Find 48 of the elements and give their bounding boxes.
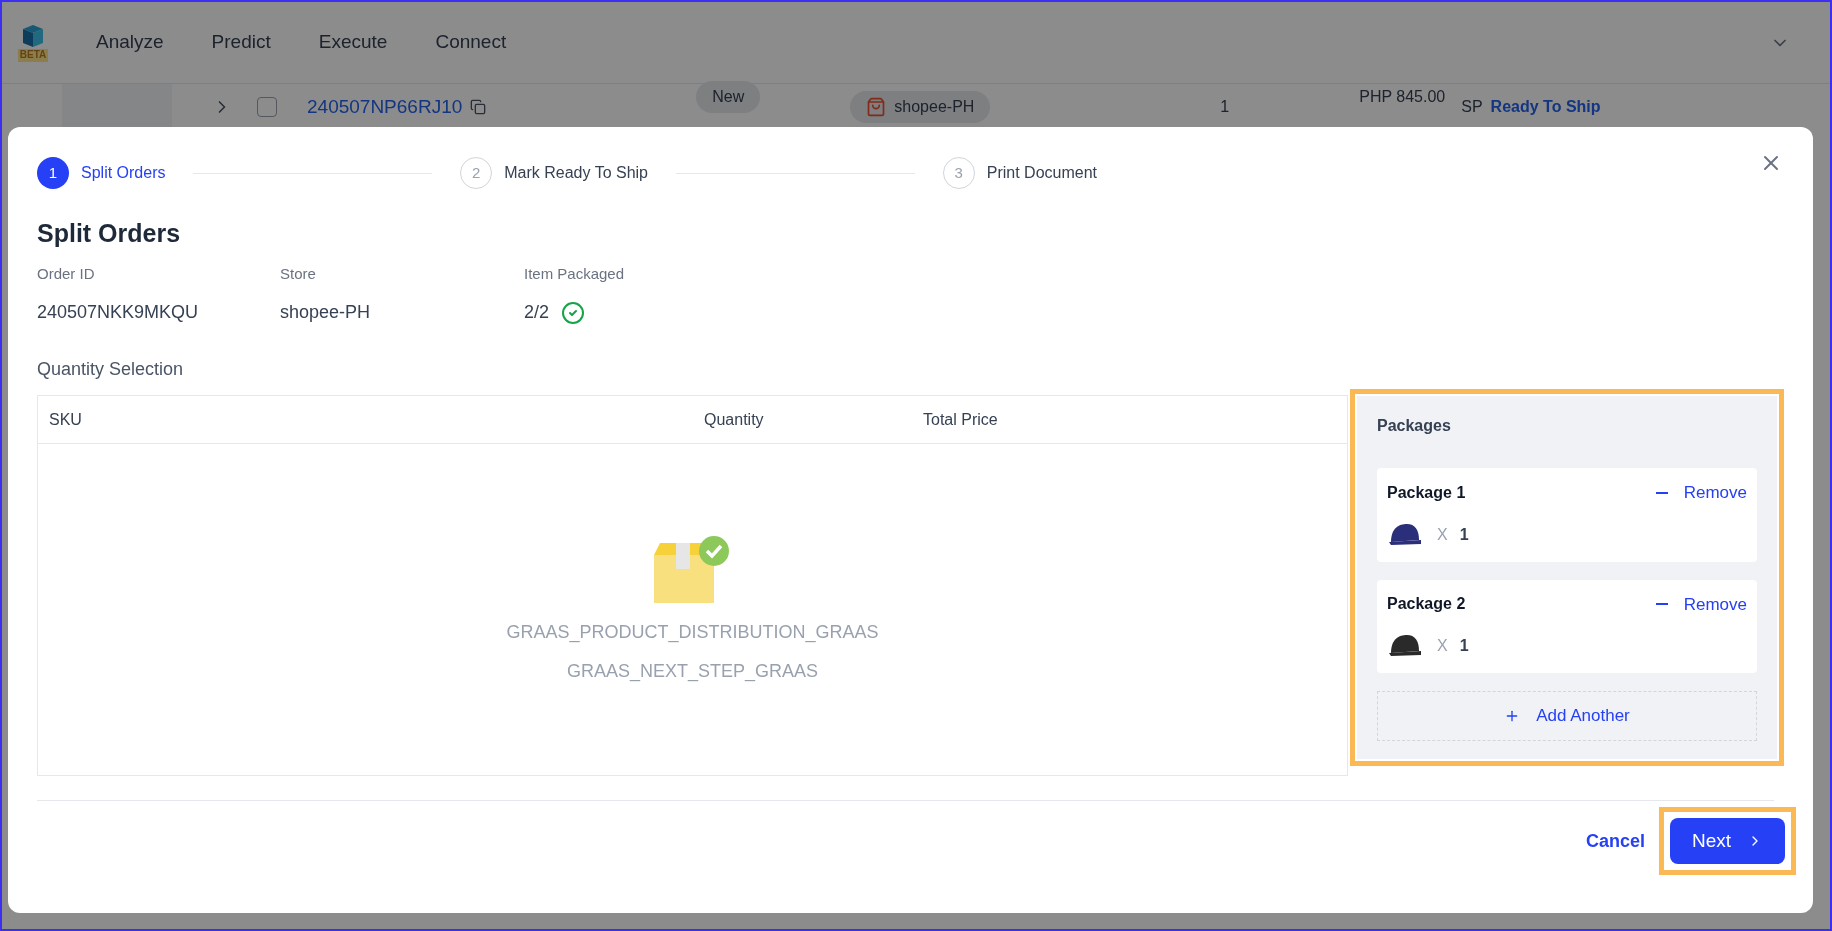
field-value: 240507NKK9MKQU <box>37 301 199 324</box>
item-quantity: 1 <box>1459 636 1469 656</box>
nav-link[interactable]: Connect <box>435 28 507 57</box>
field-label: Item Packaged <box>524 263 626 284</box>
field-label: Store <box>280 263 317 284</box>
row-checkbox[interactable] <box>257 97 277 117</box>
step-tab[interactable]: 2 Mark Ready To Ship <box>460 157 648 189</box>
nav-link[interactable]: Predict <box>211 28 271 57</box>
cancel-button[interactable]: Cancel <box>1585 827 1645 855</box>
multiply-sign: X <box>1437 636 1448 656</box>
quantity-text: 1 <box>1220 97 1230 117</box>
beta-badge: BETA <box>17 49 49 62</box>
copy-icon[interactable] <box>470 99 487 115</box>
step-label: Mark Ready To Ship <box>504 163 648 183</box>
remove-button[interactable]: Remove <box>1655 591 1747 617</box>
column-header: Quantity <box>704 409 765 430</box>
empty-state-text: GRAAS_NEXT_STEP_GRAAS <box>566 659 819 684</box>
column-text: SP <box>1461 97 1483 117</box>
field-value: shopee-PH <box>280 301 371 324</box>
order-id-link[interactable]: 240507NP66RJ10 <box>307 92 463 122</box>
item-quantity: 1 <box>1459 524 1469 545</box>
empty-state-text: GRAAS_PRODUCT_DISTRIBUTION_GRAAS <box>506 620 879 645</box>
nav-link[interactable]: Execute <box>318 28 388 57</box>
field-value: 2/2 <box>524 301 550 324</box>
add-another-button[interactable]: Add Another <box>1377 691 1757 741</box>
multiply-sign: X <box>1437 524 1448 545</box>
field-label: Order ID <box>37 263 96 284</box>
minus-icon <box>1655 603 1668 606</box>
step-tab[interactable]: 3 Print Document <box>942 157 1097 189</box>
column-header: Total Price <box>923 409 998 430</box>
section-title: Quantity Selection <box>37 358 185 381</box>
package-name: Package 2 <box>1387 594 1467 615</box>
step-label: Split Orders <box>81 163 166 183</box>
packages-title: Packages <box>1377 416 1452 436</box>
nav-link[interactable]: Analyze <box>96 28 164 57</box>
shopping-bag-icon <box>866 97 887 117</box>
dialog-title: Split Orders <box>37 218 182 249</box>
status-tag: New <box>696 81 761 113</box>
step-number: 1 <box>37 157 69 189</box>
store-name: shopee-PH <box>894 97 975 117</box>
package-name: Package 1 <box>1387 482 1467 503</box>
step-label: Print Document <box>986 163 1097 183</box>
price-text: PHP 845.00 <box>1359 87 1446 107</box>
column-header: SKU <box>49 409 83 430</box>
next-button[interactable]: Next <box>1670 818 1785 864</box>
step-tab[interactable]: 1 Split Orders <box>37 157 166 189</box>
minus-icon <box>1655 491 1668 494</box>
remove-button[interactable]: Remove <box>1655 480 1747 506</box>
